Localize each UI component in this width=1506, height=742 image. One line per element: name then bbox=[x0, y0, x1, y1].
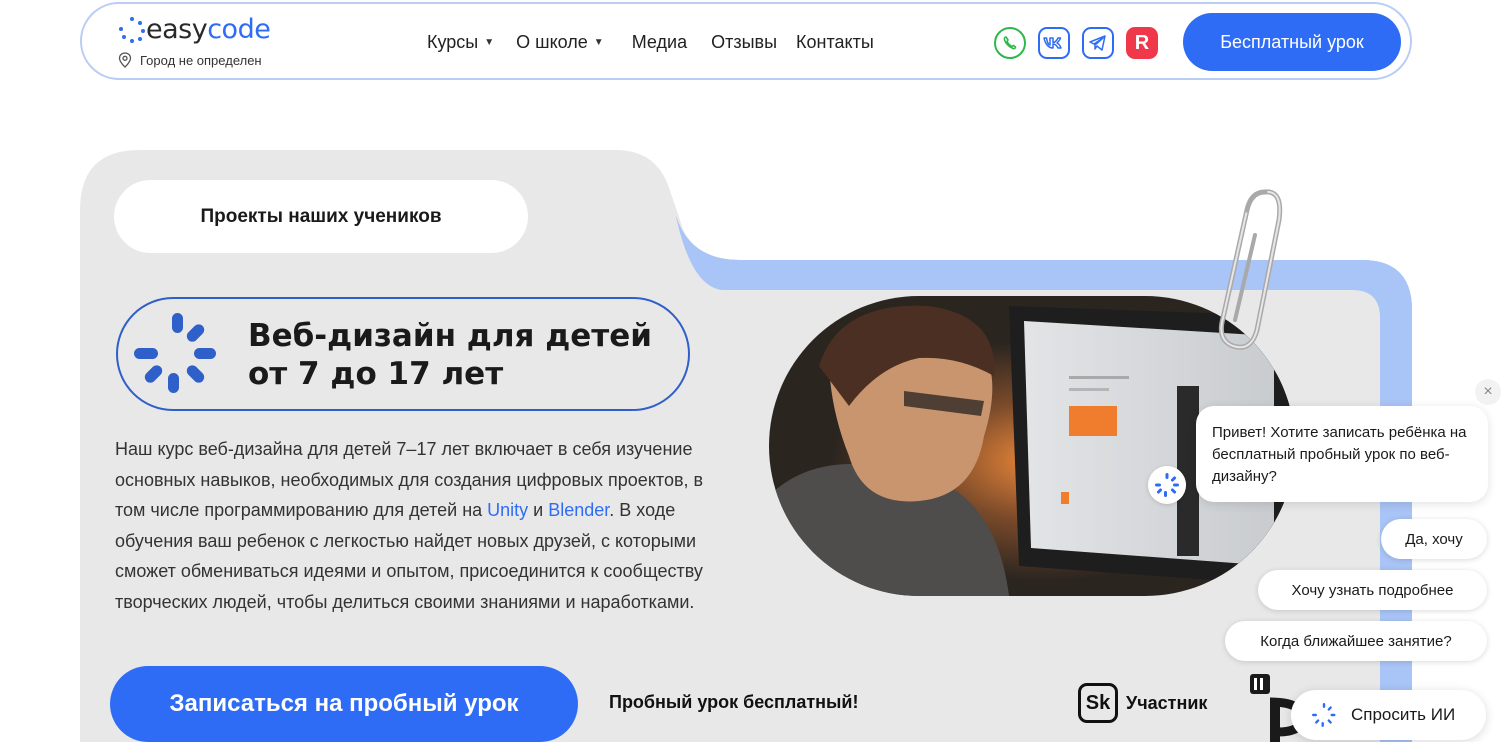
ai-spinner-icon bbox=[1312, 703, 1336, 727]
site-header: easycode Город не определен Курсы ▼ О шко… bbox=[80, 2, 1412, 80]
nav-label: Контакты bbox=[796, 32, 874, 52]
course-title: Веб-дизайн для детей от 7 до 17 лет bbox=[248, 317, 652, 393]
vk-icon[interactable] bbox=[1038, 27, 1070, 59]
nav-reviews[interactable]: Отзывы bbox=[711, 32, 777, 53]
easycode-logo[interactable]: easycode bbox=[116, 14, 271, 45]
course-description: Наш курс веб-дизайна для детей 7–17 лет … bbox=[115, 434, 715, 617]
paperclip-decoration bbox=[1218, 189, 1283, 350]
course-title-line: Веб-дизайн для детей bbox=[248, 318, 652, 354]
chat-message: Привет! Хотите записать ребёнка на беспл… bbox=[1196, 406, 1488, 502]
chat-close-button[interactable]: × bbox=[1475, 379, 1501, 405]
caret-down-icon: ▼ bbox=[593, 37, 604, 48]
nav-label: Медиа bbox=[631, 32, 688, 52]
logo-spinner-icon bbox=[116, 17, 146, 43]
unity-link[interactable]: Unity bbox=[487, 500, 528, 520]
telegram-icon[interactable] bbox=[1082, 27, 1114, 59]
signup-trial-button[interactable]: Записаться на пробный урок bbox=[110, 666, 578, 742]
skolkovo-logo: Sk bbox=[1078, 683, 1118, 723]
course-title-line: от 7 до 17 лет bbox=[248, 356, 504, 392]
skolkovo-label: Участник bbox=[1126, 692, 1208, 713]
desc-text: и bbox=[528, 500, 549, 520]
whatsapp-icon[interactable] bbox=[994, 27, 1026, 59]
rutube-icon[interactable]: R bbox=[1126, 27, 1158, 59]
spinner-logo-icon bbox=[134, 313, 216, 393]
nav-about[interactable]: О школе ▼ bbox=[516, 32, 604, 53]
nav-label: О школе bbox=[516, 32, 588, 52]
chat-option-more-info[interactable]: Хочу узнать подробнее bbox=[1258, 570, 1487, 610]
city-selector[interactable]: Город не определен bbox=[118, 52, 262, 68]
free-trial-note: Пробный урок бесплатный! bbox=[609, 692, 859, 712]
student-projects-button[interactable]: Проекты наших учеников bbox=[114, 180, 528, 253]
social-links: R bbox=[994, 27, 1170, 59]
chat-assistant-avatar-icon bbox=[1148, 466, 1186, 504]
city-label: Город не определен bbox=[140, 52, 262, 68]
free-lesson-button[interactable]: Бесплатный урок bbox=[1183, 13, 1401, 71]
nav-label: Отзывы bbox=[711, 32, 778, 52]
ask-ai-button[interactable]: Спросить ИИ bbox=[1291, 690, 1486, 740]
course-title-badge: Веб-дизайн для детей от 7 до 17 лет bbox=[116, 297, 690, 411]
ask-ai-label: Спросить ИИ bbox=[1351, 705, 1456, 724]
nav-contacts[interactable]: Контакты bbox=[796, 32, 874, 53]
chat-option-yes[interactable]: Да, хочу bbox=[1381, 519, 1487, 559]
blender-link[interactable]: Blender bbox=[548, 500, 609, 520]
nav-courses[interactable]: Курсы ▼ bbox=[427, 32, 494, 53]
rutube-letter: R bbox=[1134, 31, 1150, 54]
nav-media[interactable]: Медиа bbox=[632, 32, 687, 53]
main-nav: Курсы ▼ О школе ▼ Медиа Отзывы Контакты bbox=[427, 32, 898, 53]
location-pin-icon bbox=[118, 52, 132, 68]
skolkovo-participant-badge: Sk Участник bbox=[1078, 683, 1207, 723]
caret-down-icon: ▼ bbox=[484, 37, 495, 48]
logo-text: easycode bbox=[146, 14, 271, 45]
nav-label: Курсы bbox=[427, 32, 479, 52]
chat-option-next-lesson[interactable]: Когда ближайшее занятие? bbox=[1225, 621, 1487, 661]
